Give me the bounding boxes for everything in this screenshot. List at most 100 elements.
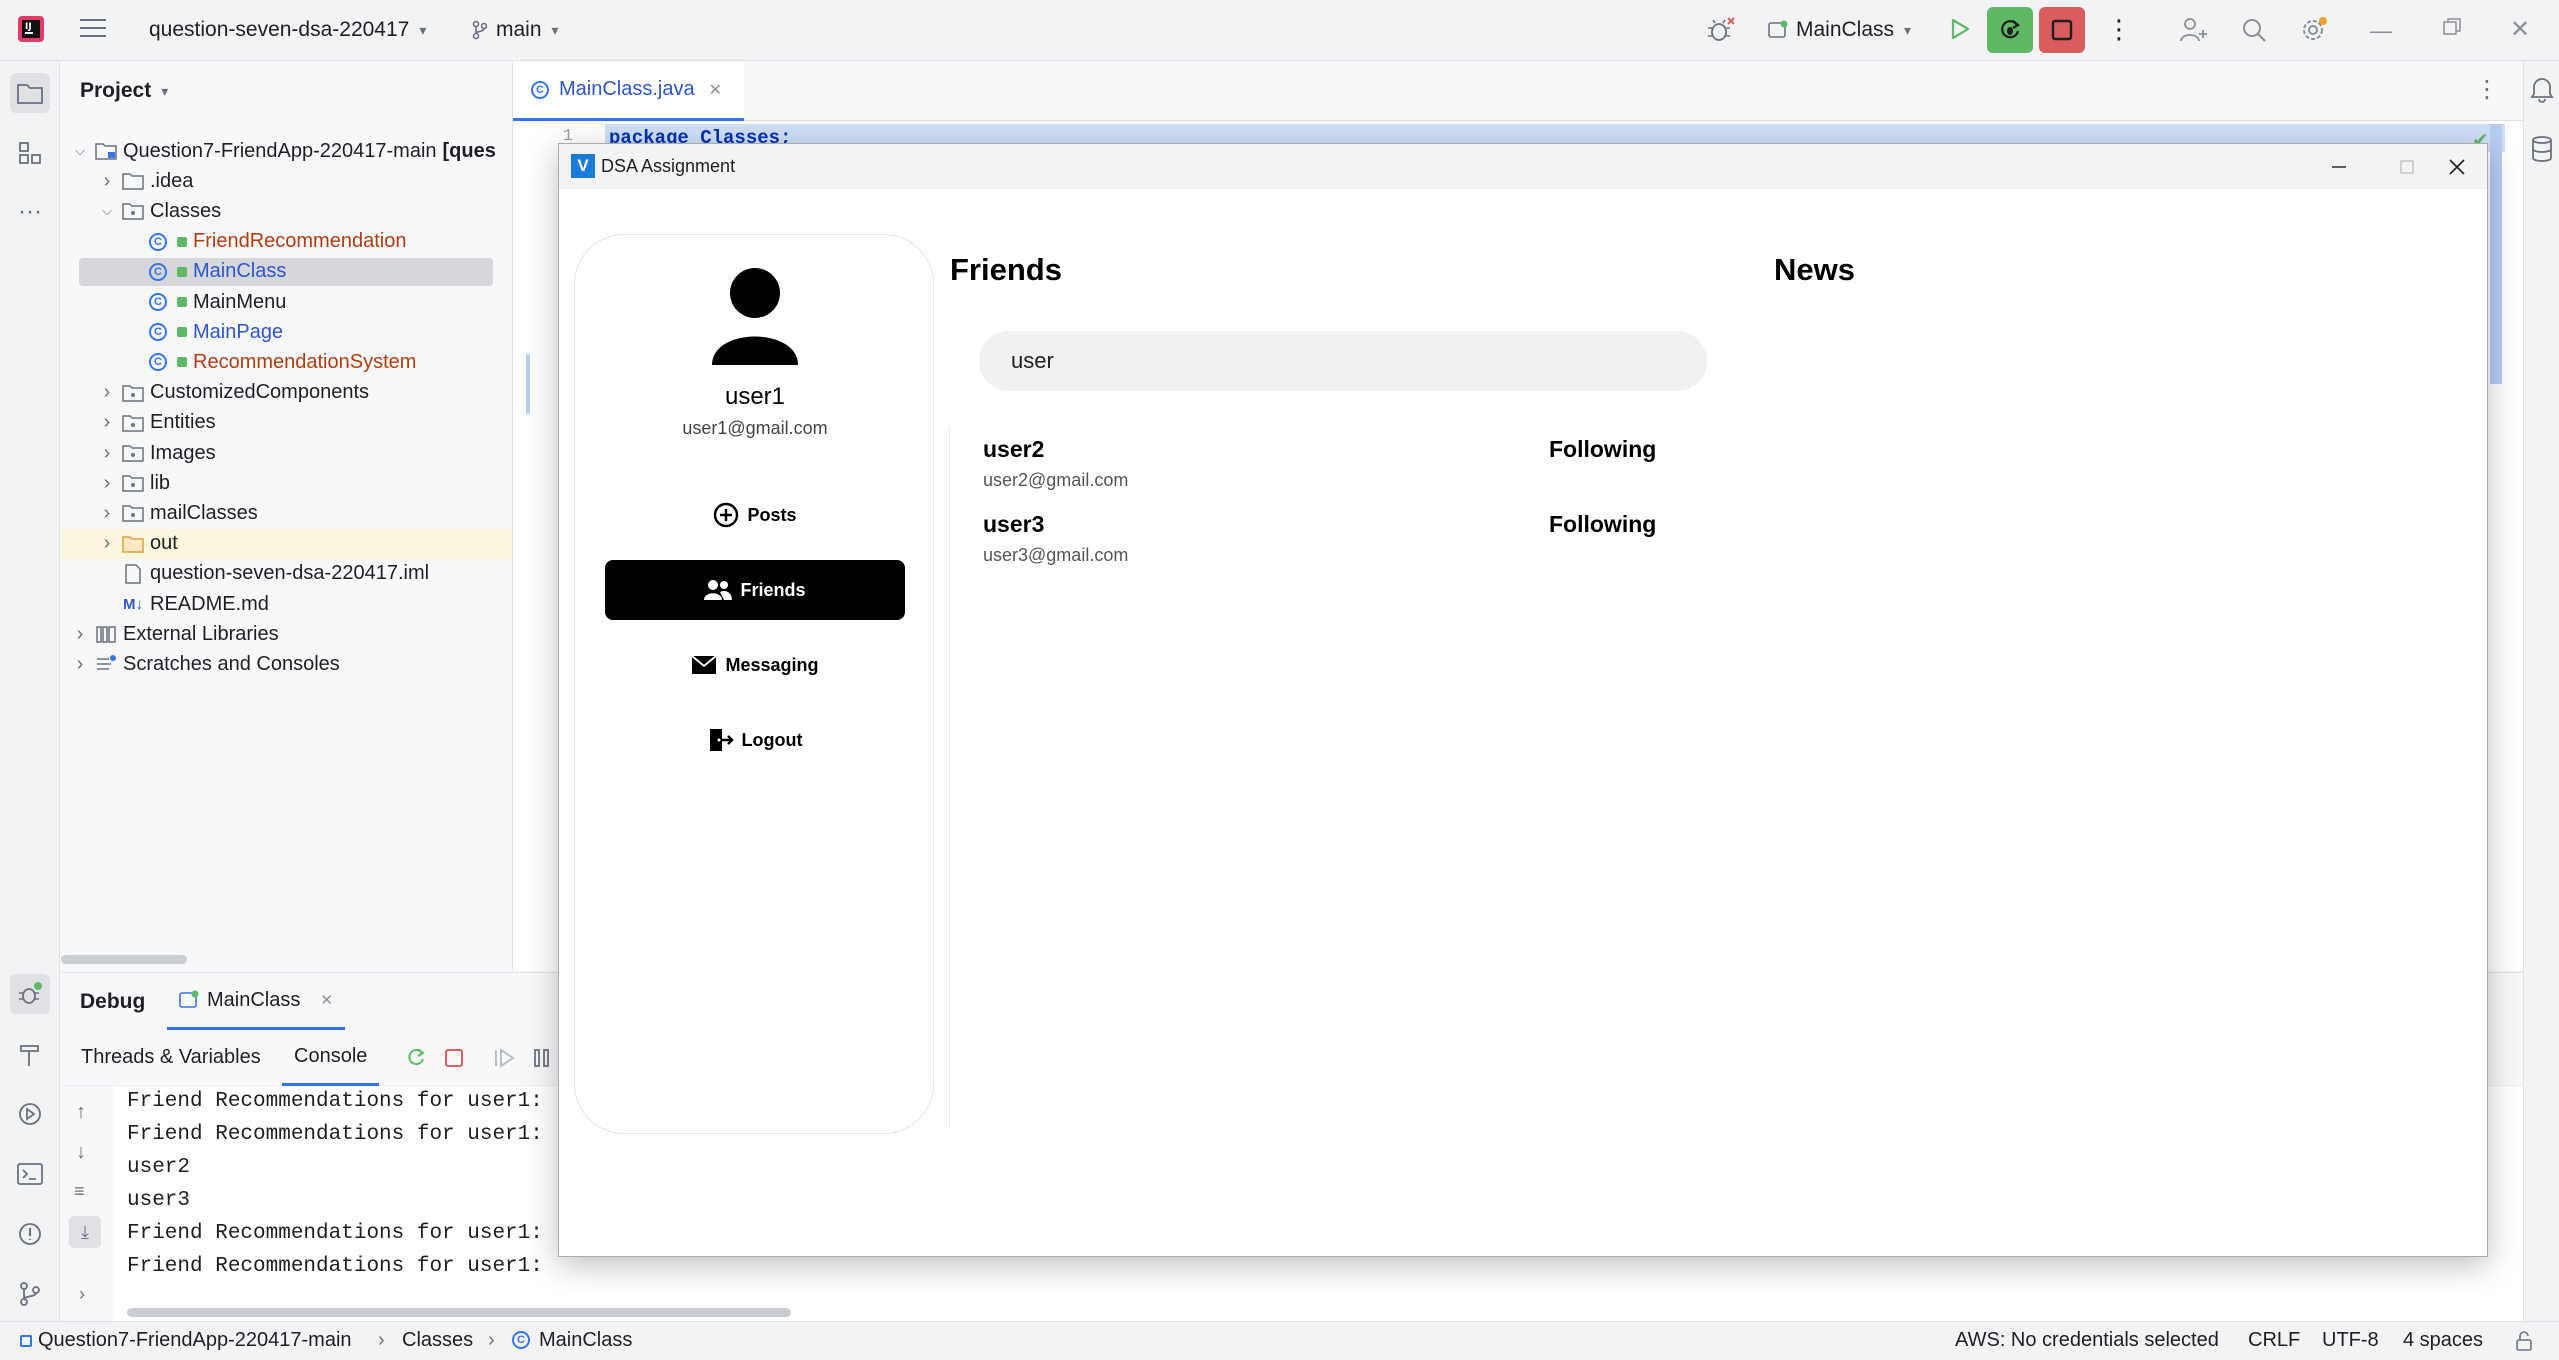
project-tree-item[interactable]: › .idea xyxy=(61,166,512,196)
notifications-bell-icon[interactable] xyxy=(2529,75,2555,109)
close-session-icon[interactable]: ✕ xyxy=(320,991,333,1009)
chevron-right-icon[interactable]: › xyxy=(98,532,116,555)
close-tab-icon[interactable]: ✕ xyxy=(709,80,722,100)
following-button[interactable]: Following xyxy=(1549,436,1656,463)
structure-tool-icon[interactable] xyxy=(10,133,50,173)
project-tree-item[interactable]: › Scratches and Consoles xyxy=(61,649,512,679)
project-tree-item[interactable]: M↓ README.md xyxy=(61,589,512,619)
project-tree-item[interactable]: › out xyxy=(61,528,512,559)
chevron-right-icon[interactable]: › xyxy=(98,502,116,525)
editor-scrollbar[interactable] xyxy=(2490,124,2502,384)
resume-icon[interactable] xyxy=(493,1048,515,1074)
debug-session-tab[interactable]: MainClass ✕ xyxy=(167,973,345,1030)
project-tree-item[interactable]: C RecommendationSystem xyxy=(61,347,512,377)
project-tool-icon[interactable] xyxy=(10,73,50,113)
project-tree-item[interactable]: › mailClasses xyxy=(61,498,512,528)
project-tree-item[interactable]: C FriendRecommendation xyxy=(61,227,512,257)
branch-switcher[interactable]: main ▾ xyxy=(472,18,559,42)
more-tools-icon[interactable]: ··· xyxy=(10,192,50,232)
editor-tabs-more-icon[interactable]: ⋮ xyxy=(2475,75,2499,104)
project-tree-item[interactable]: ⌵ Question7-FriendApp-220417-main [ques xyxy=(61,136,512,166)
editor-tab-mainclass[interactable]: C MainClass.java ✕ xyxy=(513,61,744,121)
following-button[interactable]: Following xyxy=(1549,511,1656,538)
class-icon: C xyxy=(149,262,167,281)
breadcrumb-project[interactable]: Question7-FriendApp-220417-main xyxy=(38,1329,352,1352)
project-panel-header[interactable]: Project ▾ xyxy=(80,79,168,103)
stop-button[interactable] xyxy=(2039,7,2085,53)
window-minimize-icon[interactable]: — xyxy=(2370,18,2392,44)
tree-item-label: Images xyxy=(150,441,216,464)
project-tree-item[interactable]: ⌵ Classes xyxy=(61,196,512,226)
breadcrumb-class[interactable]: MainClass xyxy=(539,1329,632,1352)
project-tree-item[interactable]: C MainMenu xyxy=(61,287,512,317)
chevron-right-icon[interactable]: › xyxy=(98,170,116,193)
database-icon[interactable] xyxy=(2530,135,2554,169)
ide-title-bar: IJ question-seven-dsa-220417 ▾ main ▾ Ma… xyxy=(0,0,2559,61)
window-minimize-icon[interactable] xyxy=(2309,144,2369,189)
rerun-debug-button[interactable] xyxy=(1987,7,2033,53)
project-tree-item[interactable]: › External Libraries xyxy=(61,619,512,649)
chevron-right-icon[interactable]: › xyxy=(98,381,116,404)
chevron-right-icon[interactable]: › xyxy=(71,623,89,646)
run-button[interactable] xyxy=(1949,17,1971,41)
chevron-right-icon[interactable]: › xyxy=(98,411,116,434)
friend-search-input[interactable] xyxy=(979,331,1707,391)
problems-icon[interactable] xyxy=(10,1214,50,1254)
arrow-down-icon[interactable]: ↓ xyxy=(76,1141,86,1164)
project-tree-item[interactable]: › Images xyxy=(61,438,512,468)
project-switcher[interactable]: question-seven-dsa-220417 ▾ xyxy=(149,18,426,42)
build-hammer-icon[interactable] xyxy=(10,1035,50,1075)
unlocked-icon[interactable] xyxy=(2514,1331,2534,1357)
window-close-icon[interactable] xyxy=(2427,144,2487,189)
add-collaborator-icon[interactable] xyxy=(2179,16,2209,44)
project-tree-item[interactable]: › CustomizedComponents xyxy=(61,378,512,408)
nav-posts-button[interactable]: Posts xyxy=(605,485,905,545)
project-horizontal-scrollbar[interactable] xyxy=(61,955,187,964)
git-icon[interactable] xyxy=(10,1274,50,1314)
scroll-to-end-icon[interactable]: ⤓ xyxy=(69,1216,101,1248)
main-menu-icon[interactable] xyxy=(80,17,106,39)
breadcrumb-package[interactable]: Classes xyxy=(402,1329,473,1352)
aws-status[interactable]: AWS: No credentials selected xyxy=(1955,1329,2219,1352)
chevron-down-icon[interactable]: ⌵ xyxy=(98,203,116,219)
chevron-down-icon[interactable]: ⌵ xyxy=(71,143,89,159)
settings-gear-icon[interactable] xyxy=(2299,15,2329,45)
more-actions-icon[interactable]: ⋮ xyxy=(2106,14,2132,45)
threads-variables-tab[interactable]: Threads & Variables xyxy=(81,1046,261,1069)
indent-setting[interactable]: 4 spaces xyxy=(2403,1329,2483,1352)
pause-icon[interactable] xyxy=(533,1048,551,1074)
chevron-right-icon[interactable]: › xyxy=(79,1284,85,1305)
nav-messaging-label: Messaging xyxy=(725,654,819,675)
rerun-icon[interactable] xyxy=(404,1046,428,1076)
nav-messaging-button[interactable]: Messaging xyxy=(605,635,905,695)
line-separator[interactable]: CRLF xyxy=(2248,1329,2300,1352)
chevron-right-icon[interactable]: › xyxy=(98,472,116,495)
project-tree-item[interactable]: › Entities xyxy=(61,408,512,438)
chevron-right-icon[interactable]: › xyxy=(71,653,89,676)
logout-icon xyxy=(708,727,734,753)
arrow-up-icon[interactable]: ↑ xyxy=(76,1101,86,1124)
nav-logout-button[interactable]: Logout xyxy=(605,710,905,770)
console-tab[interactable]: Console xyxy=(282,1030,380,1086)
debug-bug-icon[interactable] xyxy=(1706,16,1736,44)
stop-icon[interactable] xyxy=(444,1048,464,1074)
file-encoding[interactable]: UTF-8 xyxy=(2322,1329,2379,1352)
run-config-selector[interactable]: MainClass ▾ xyxy=(1768,18,1911,42)
project-tree-item[interactable]: question-seven-dsa-220417.iml xyxy=(61,559,512,589)
project-tree-item[interactable]: › lib xyxy=(61,468,512,498)
project-tree-item[interactable]: C MainClass xyxy=(61,257,512,287)
services-run-icon[interactable] xyxy=(10,1094,50,1134)
project-tree-item[interactable]: C MainPage xyxy=(61,317,512,347)
search-icon[interactable] xyxy=(2240,16,2268,44)
debug-tool-icon[interactable] xyxy=(10,974,50,1014)
dsa-assignment-window: V DSA Assignment user1 user1@gmail.com P… xyxy=(558,143,2488,1257)
intellij-logo-icon[interactable]: IJ xyxy=(18,16,44,42)
users-icon xyxy=(704,579,733,601)
soft-wrap-icon[interactable]: ≡ xyxy=(74,1181,85,1202)
window-close-icon[interactable]: ✕ xyxy=(2510,15,2530,44)
window-restore-icon[interactable] xyxy=(2443,18,2461,36)
console-horizontal-scrollbar[interactable] xyxy=(127,1308,791,1317)
nav-friends-button[interactable]: Friends xyxy=(605,560,905,620)
terminal-icon[interactable] xyxy=(10,1154,50,1194)
chevron-right-icon[interactable]: › xyxy=(98,442,116,465)
